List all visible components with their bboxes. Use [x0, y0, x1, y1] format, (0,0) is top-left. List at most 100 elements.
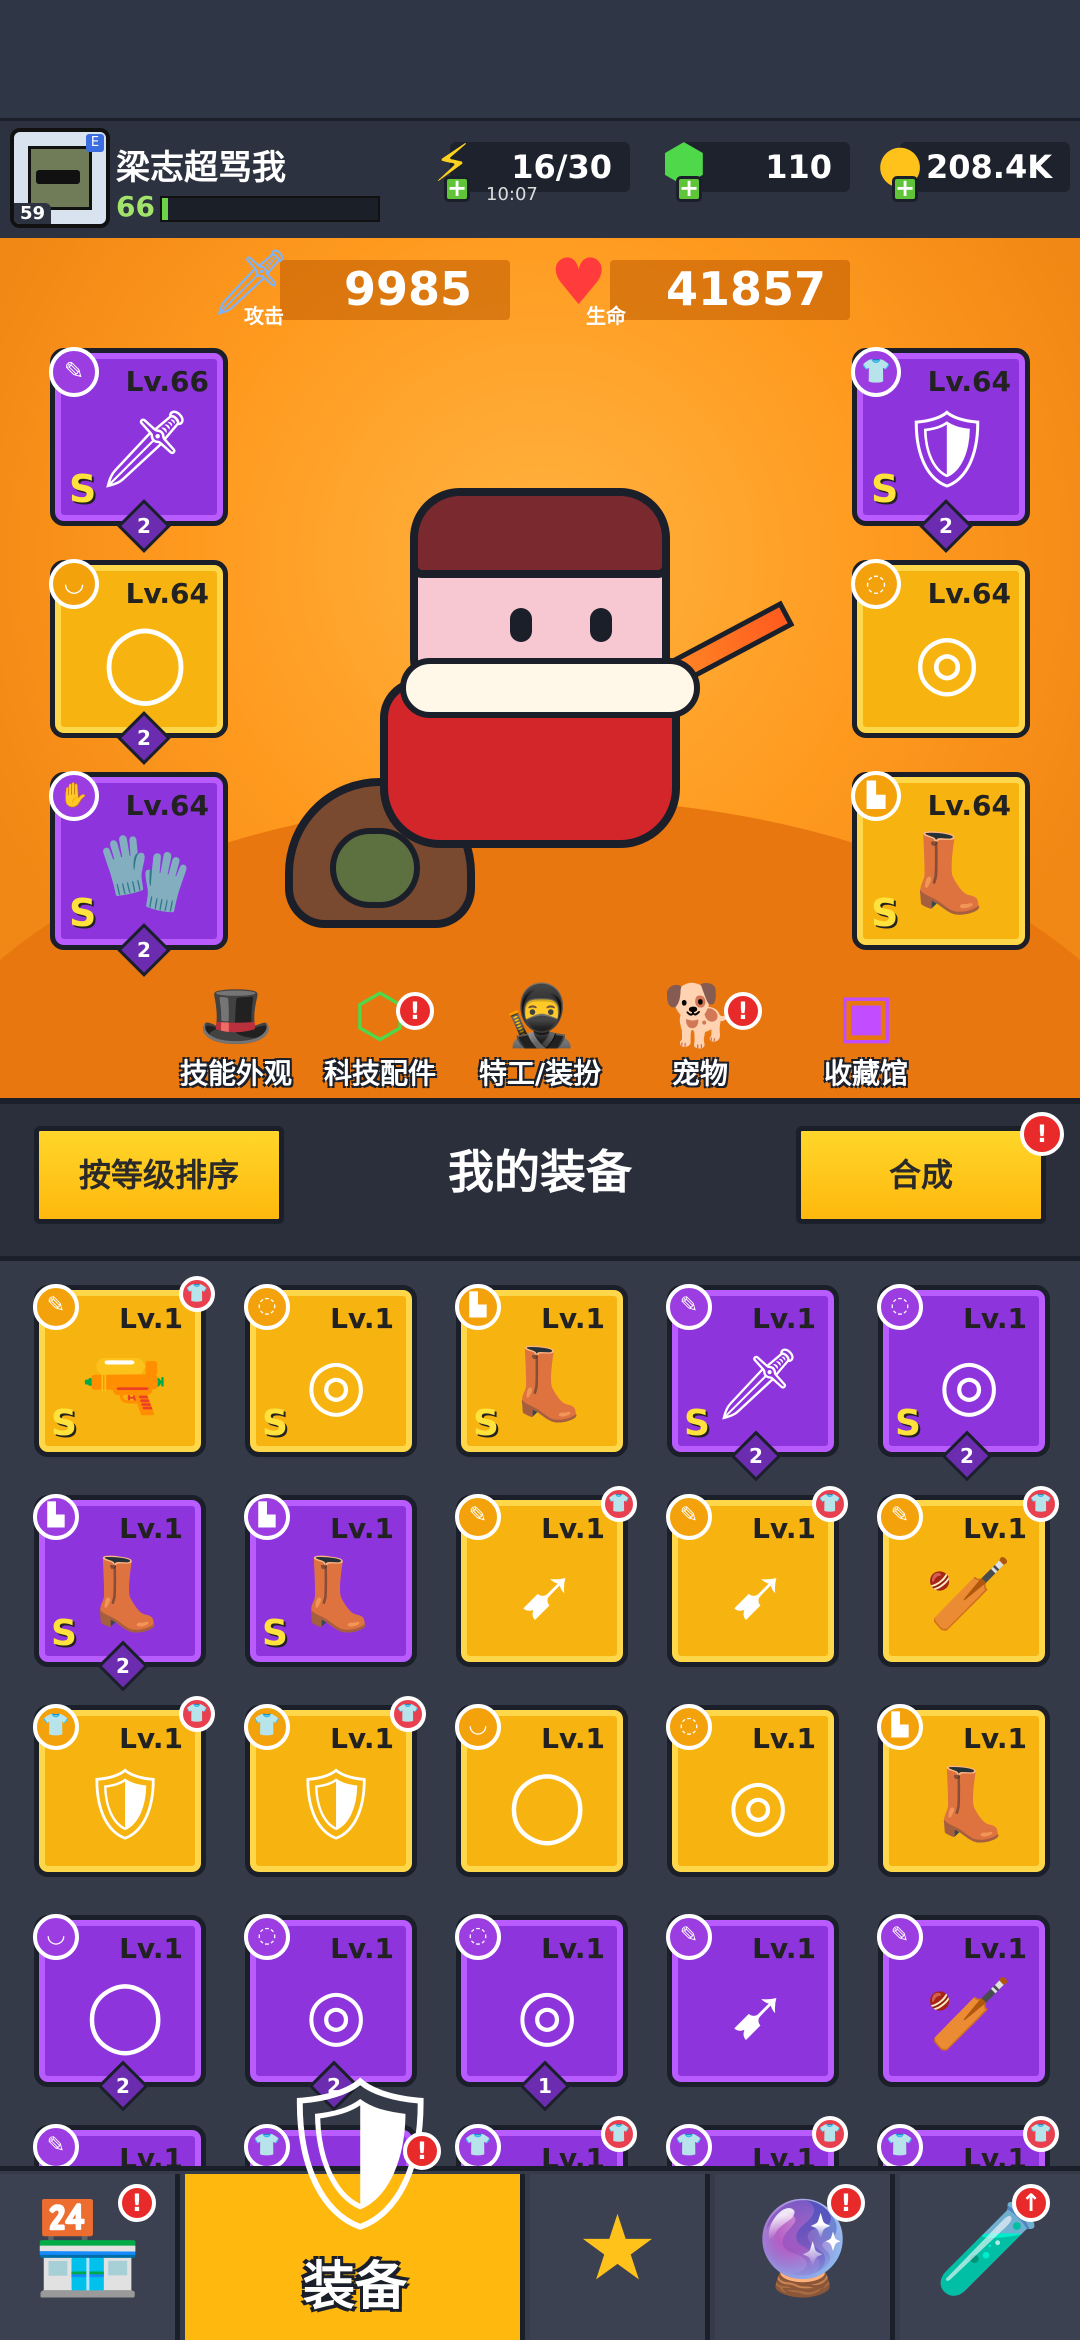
- kunai-icon: ➹: [728, 1973, 788, 2055]
- tab-collection[interactable]: ▣ 收藏馆: [786, 980, 946, 1092]
- category-icon: ◌: [244, 1284, 290, 1330]
- attack-stat: 9985: [280, 260, 510, 320]
- item-level: Lv.64: [927, 577, 1011, 610]
- chest-icon: ▣: [837, 981, 895, 1051]
- category-icon: ◌: [244, 1914, 290, 1960]
- item-level: Lv.64: [927, 789, 1011, 822]
- item-level: Lv.1: [541, 1512, 605, 1545]
- bat-icon: 🏏: [925, 1553, 1013, 1635]
- nav-equipment-label: 装备: [302, 2257, 407, 2317]
- hero-eye-left: [510, 608, 532, 642]
- merge-button[interactable]: 合成: [796, 1126, 1046, 1224]
- status-bar-area: [0, 0, 1080, 118]
- category-icon: ◌: [877, 1284, 923, 1330]
- equipped-necklace-slot[interactable]: ◡ Lv.64 ◯ 2: [49, 559, 228, 765]
- rank-badge: S: [871, 467, 899, 511]
- nav-talents[interactable]: 🔮 !: [715, 2174, 895, 2340]
- new-item-icon: 👕: [179, 1276, 215, 1312]
- inventory-item-slot[interactable]: ▙ Lv.1 👢: [877, 1704, 1050, 1877]
- inventory-item-slot[interactable]: ✎Lv.1➹: [33, 2124, 206, 2166]
- boots-icon: 👢: [503, 1343, 591, 1425]
- item-level: Lv.1: [330, 1302, 394, 1335]
- new-item-icon: 👕: [812, 1486, 848, 1522]
- inventory-item-slot[interactable]: 👕Lv.1🛡👕: [33, 1696, 215, 1877]
- belt-icon: ◎: [305, 1973, 367, 2055]
- inventory-item-slot[interactable]: 👕Lv.1🛡👕: [877, 2116, 1059, 2166]
- item-level: Lv.1: [963, 1722, 1027, 1755]
- inventory-item-slot[interactable]: ◌ Lv.1 ◎: [666, 1704, 839, 1877]
- inventory-item-slot[interactable]: ◌ Lv.1 ◎ S: [244, 1284, 417, 1457]
- player-avatar[interactable]: E 59: [10, 128, 110, 228]
- inventory-item-slot[interactable]: ▙ Lv.1 👢 S: [244, 1494, 417, 1667]
- star-count-badge: 2: [941, 1430, 993, 1482]
- spiked-collar-icon: ◯: [85, 1973, 165, 2055]
- attack-value: 9985: [344, 262, 473, 316]
- inventory-item-slot[interactable]: ◌ Lv.1 ◎ 1: [455, 1914, 628, 2112]
- inventory-item-slot[interactable]: ✎ Lv.1 ➹ 👕: [666, 1486, 848, 1667]
- new-item-icon: 👕: [1023, 1486, 1059, 1522]
- tab-agent-costume[interactable]: 🥷 特工/装扮: [460, 980, 620, 1092]
- bat-icon: 🏏: [925, 1973, 1013, 2055]
- xp-bar-fill: [162, 198, 169, 220]
- category-icon: 👕: [455, 2124, 501, 2166]
- inventory-item-slot[interactable]: ◡ Lv.1 ◯ 2: [33, 1914, 206, 2112]
- tab-label: 特工/装扮: [478, 1057, 602, 1090]
- item-level: Lv.1: [752, 1512, 816, 1545]
- category-icon: ✎: [877, 1914, 923, 1960]
- tab-skill-skin[interactable]: 🎩 技能外观: [156, 980, 316, 1092]
- nav-battle[interactable]: ★: [530, 2174, 710, 2340]
- inventory-item-slot[interactable]: ✎ Lv.1 🗡 S 2: [666, 1284, 839, 1482]
- inventory-item-slot[interactable]: ✎ Lv.1 🔫 S 👕: [33, 1276, 215, 1457]
- new-item-icon: 👕: [601, 2116, 637, 2152]
- boots-icon: 👢: [81, 1553, 169, 1635]
- equipped-gloves-slot[interactable]: ✋ Lv.64 🧤 S 2: [49, 771, 228, 977]
- add-gold-button[interactable]: +: [892, 176, 918, 202]
- inventory-item-slot[interactable]: ◌ Lv.1 ◎ 2: [244, 1914, 417, 2112]
- gems-value: 110: [765, 148, 832, 186]
- sort-by-level-button[interactable]: 按等级排序: [34, 1126, 284, 1224]
- inventory-item-slot[interactable]: 👕Lv.1🛡👕: [244, 1696, 426, 1877]
- inventory-item-slot[interactable]: ✎ Lv.1 🏏: [877, 1914, 1050, 2087]
- nav-shop[interactable]: 🏪 !: [0, 2174, 180, 2340]
- rank-badge: S: [895, 1403, 921, 1444]
- inventory-item-slot[interactable]: ▙ Lv.1 👢 S: [455, 1284, 628, 1457]
- category-icon: ▙: [244, 1494, 290, 1540]
- add-energy-button[interactable]: +: [444, 176, 470, 202]
- inventory-item-slot[interactable]: 👕Lv.1🛡👕: [455, 2116, 637, 2166]
- inventory-item-slot[interactable]: ▙ Lv.1 👢 S 2: [33, 1494, 206, 1692]
- tab-tech-parts[interactable]: ⬡ 科技配件 !: [300, 980, 460, 1092]
- alert-icon: !: [827, 2184, 865, 2222]
- gauntlet-icon: 🧤: [97, 828, 193, 917]
- category-icon: ✎: [877, 1494, 923, 1540]
- inventory-item-slot[interactable]: ✎ Lv.1 🏏 👕: [877, 1486, 1059, 1667]
- belt-icon: ◎: [727, 1763, 789, 1845]
- section-title: 我的装备: [448, 1145, 632, 1199]
- nav-evolution[interactable]: 🧪 ↑: [900, 2174, 1080, 2340]
- inventory-item-slot[interactable]: ◌ Lv.1 ◎ S 2: [877, 1284, 1050, 1482]
- tab-label: 技能外观: [179, 1057, 292, 1090]
- new-item-icon: 👕: [601, 1486, 637, 1522]
- equipped-boots-slot[interactable]: ▙ Lv.64 👢 S: [851, 771, 1030, 950]
- nav-equipment[interactable]: 🛡 装备 !: [185, 2067, 525, 2340]
- inventory-grid[interactable]: ✎ Lv.1 🔫 S 👕 ◌ Lv.1 ◎ S ▙ Lv.1 👢 S ✎ Lv.1 🗡 S 2 ◌ Lv.1 ◎ S 2 ▙ L…: [0, 1256, 1080, 2166]
- energy-value: 16/30: [511, 148, 612, 186]
- equipped-belt-slot[interactable]: ◌ Lv.64 ◎: [851, 559, 1030, 738]
- tab-pets[interactable]: 🐕 宠物 !: [620, 980, 780, 1092]
- category-icon: ◡: [33, 1914, 79, 1960]
- item-level: Lv.1: [330, 1512, 394, 1545]
- inventory-item-slot[interactable]: ✎ Lv.1 ➹ 👕: [455, 1486, 637, 1667]
- category-icon: 👕: [244, 1704, 290, 1750]
- item-level: Lv.1: [541, 2142, 605, 2166]
- category-icon: ✎: [666, 1284, 712, 1330]
- equipped-weapon-slot[interactable]: ✎ Lv.66 🗡 S 2: [49, 347, 228, 553]
- equipped-armor-slot[interactable]: 👕 Lv.64 🛡 S 2: [851, 347, 1030, 553]
- add-gems-button[interactable]: +: [676, 176, 702, 202]
- inventory-item-slot[interactable]: 👕Lv.1🛡👕: [666, 2116, 848, 2166]
- rank-badge: S: [684, 1403, 710, 1444]
- star-count-badge: 2: [730, 1430, 782, 1482]
- tab-label: 科技配件: [323, 1057, 436, 1090]
- inventory-item-slot[interactable]: ◡ Lv.1 ◯: [455, 1704, 628, 1877]
- inventory-item-slot[interactable]: ✎Lv.1➹: [666, 1914, 839, 2087]
- hero-hair: [410, 488, 670, 578]
- category-icon: ▙: [33, 1494, 79, 1540]
